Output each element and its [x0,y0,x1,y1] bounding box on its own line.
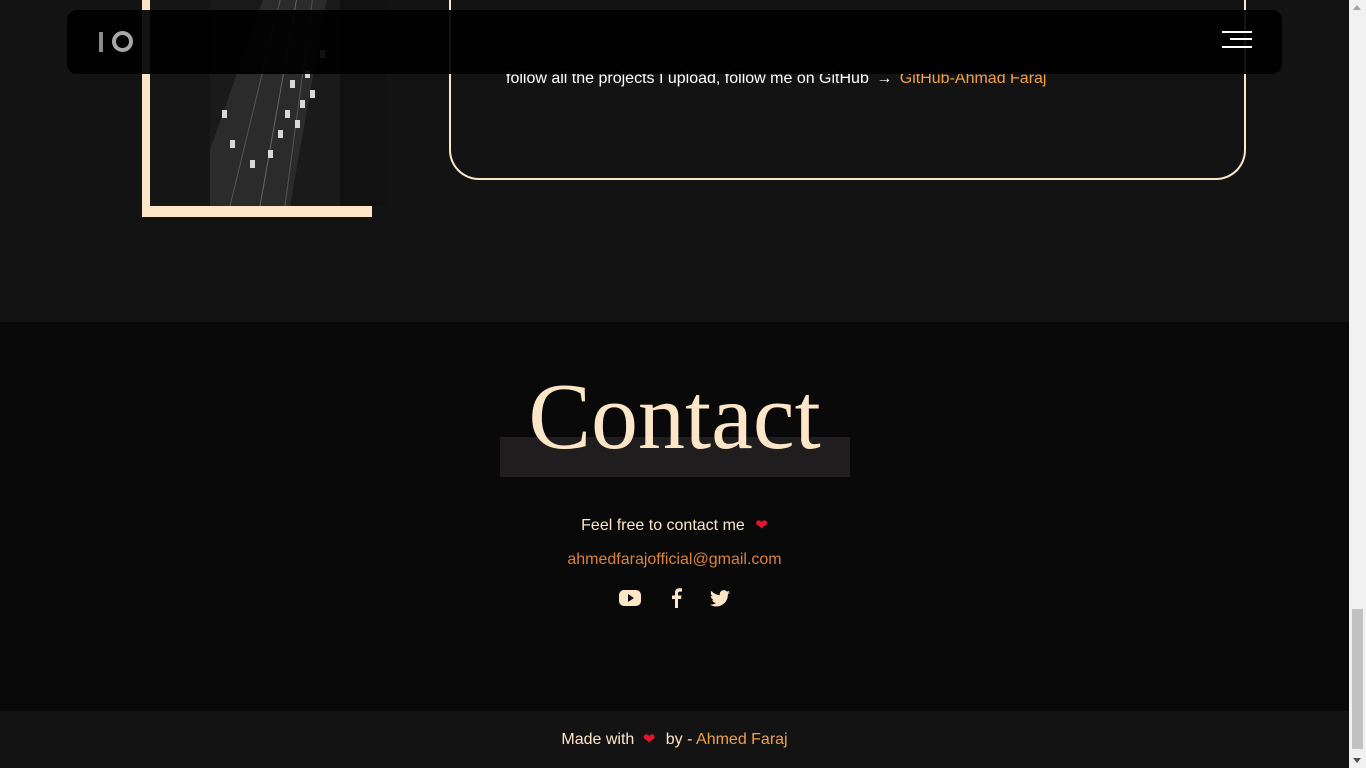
scrollbar-thumb[interactable] [1352,609,1363,749]
footer-prefix: Made with [561,731,635,748]
email-link[interactable]: ahmedfarajofficial@gmail.com [0,551,1349,569]
social-links [0,588,1349,613]
contact-title: Contact [528,365,821,469]
heart-icon: ❤ [642,731,656,748]
hamburger-menu-icon[interactable] [1222,31,1252,53]
contact-section: Contact Feel free to contact me ❤ ahmedf… [0,322,1349,711]
footer: Made with ❤ by - Ahmed Faraj [0,711,1349,768]
scroll-down-icon[interactable] [1353,758,1361,763]
author-link[interactable]: Ahmed Faraj [696,731,788,748]
twitter-icon[interactable] [709,589,730,612]
logo-ring [112,31,133,52]
site-logo[interactable] [99,28,133,56]
heart-icon: ❤ [755,517,768,534]
contact-subtitle: Feel free to contact me ❤ [0,516,1349,535]
facebook-icon[interactable] [670,588,682,613]
youtube-icon[interactable] [619,590,642,611]
footer-text: Made with ❤ by - Ahmed Faraj [0,730,1349,749]
page-scrollbar[interactable] [1349,0,1366,768]
contact-subtitle-text: Feel free to contact me [581,517,745,534]
footer-by: by - [665,731,693,748]
logo-bar [99,32,103,52]
top-navbar [67,10,1282,74]
scroll-up-icon[interactable] [1353,5,1361,10]
